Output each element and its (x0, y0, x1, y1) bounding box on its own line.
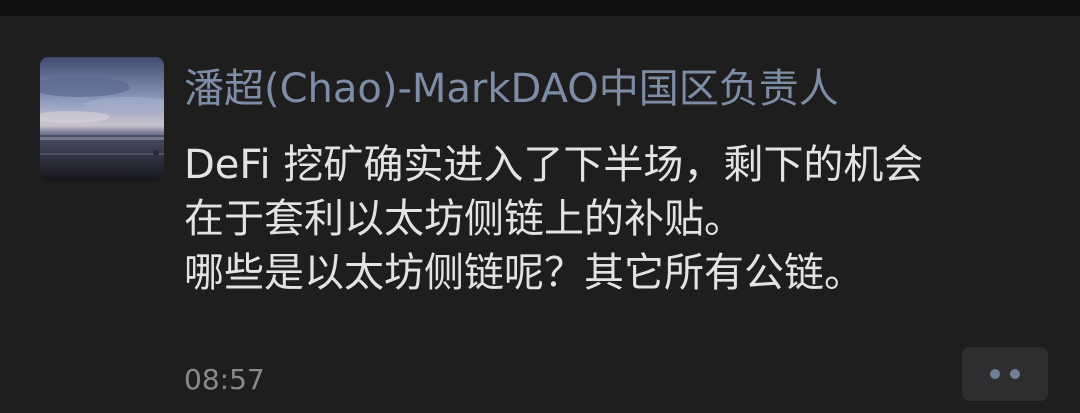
author-name[interactable]: 潘超(Chao)-MarkDAO中国区负责人 (184, 65, 839, 113)
top-bar (0, 0, 1080, 16)
post-content: DeFi 挖矿确实进入了下半场，剩下的机会 在于套利以太坊侧链上的补贴。 哪些是… (184, 138, 1044, 300)
ellipsis-icon (1010, 369, 1020, 379)
moment-post: 潘超(Chao)-MarkDAO中国区负责人 DeFi 挖矿确实进入了下半场，剩… (0, 16, 1080, 413)
post-timestamp: 08:57 (184, 363, 265, 396)
more-actions-button[interactable] (962, 347, 1048, 401)
content-line: 哪些是以太坊侧链呢？其它所有公链。 (184, 250, 864, 296)
content-line: 在于套利以太坊侧链上的补贴。 (184, 196, 744, 242)
ellipsis-icon (990, 369, 1000, 379)
avatar[interactable] (40, 57, 164, 181)
avatar-image (40, 57, 164, 181)
content-line: DeFi 挖矿确实进入了下半场，剩下的机会 (184, 142, 924, 188)
